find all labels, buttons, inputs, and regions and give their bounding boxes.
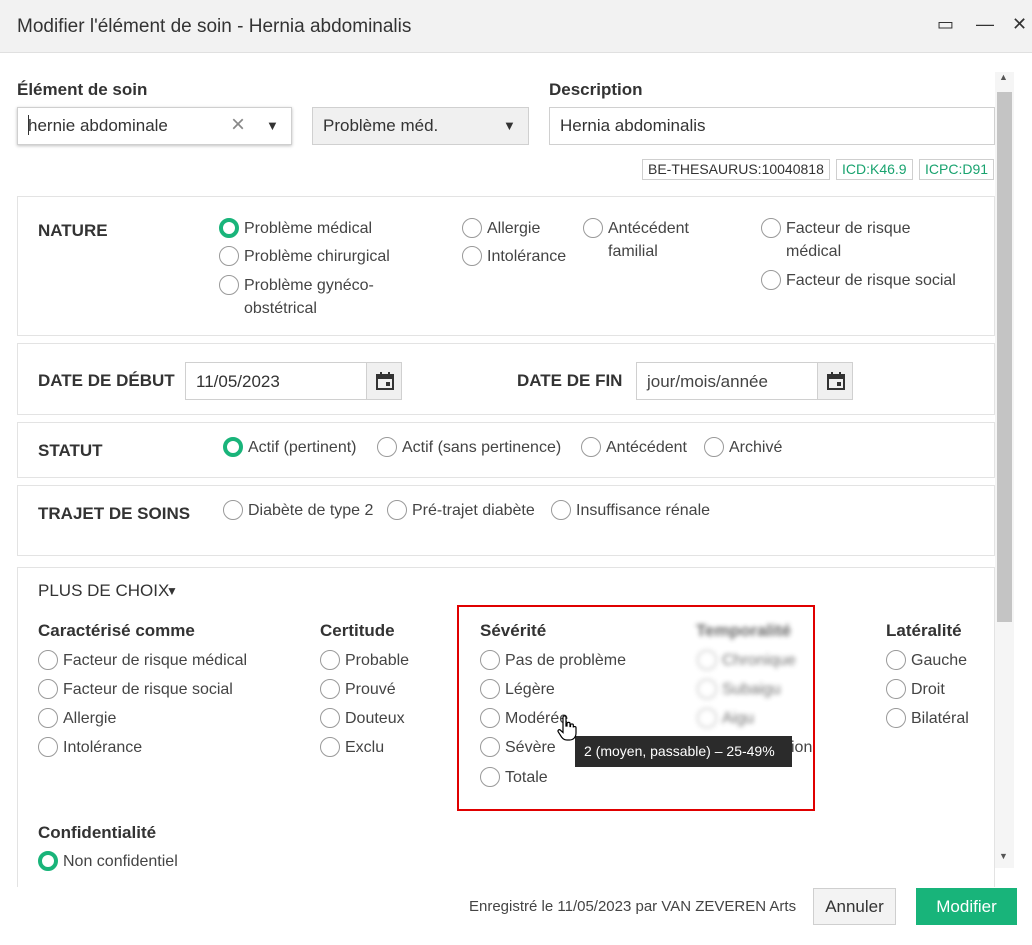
radio-label: Non confidentiel	[63, 853, 178, 870]
radio-label: Exclu	[345, 739, 385, 756]
radio-intolerance[interactable]	[462, 246, 482, 266]
chevron-down-icon[interactable]: ▼	[266, 118, 279, 133]
radio-label: Prouvé	[345, 681, 396, 698]
radio-label: Allergie	[63, 710, 117, 727]
scrollbar-thumb[interactable]	[997, 92, 1012, 622]
trajet-label: TRAJET DE SOINS	[38, 504, 191, 523]
radio-label: Diabète de type 2	[248, 502, 374, 519]
element-de-soin-label: Élément de soin	[17, 80, 148, 99]
calendar-icon	[376, 372, 394, 390]
radio-label-continued: familial	[608, 243, 658, 260]
radio-label: Actif (sans pertinence)	[402, 439, 562, 456]
description-label: Description	[549, 80, 643, 99]
radio-facteur-risque-social[interactable]	[761, 270, 781, 290]
radio-label: Douteux	[345, 710, 405, 727]
radio-label: Gauche	[911, 652, 968, 669]
radio-certitude[interactable]	[320, 708, 340, 728]
calendar-icon	[827, 372, 845, 390]
window-title: Modifier l'élément de soin - Hernia abdo…	[17, 16, 412, 37]
clear-icon[interactable]: ×	[231, 111, 245, 139]
radio-certitude[interactable]	[320, 737, 340, 757]
certitude-title: Certitude	[320, 621, 395, 640]
radio-antecedent[interactable]	[581, 437, 601, 457]
radio-label: Insuffisance rénale	[576, 502, 711, 519]
radio-probleme-chirurgical[interactable]	[219, 246, 239, 266]
radio-label: Problème gynéco-	[244, 277, 374, 294]
saved-info: Enregistré le 11/05/2023 par VAN ZEVEREN…	[469, 898, 797, 915]
radio-antecedent-familial[interactable]	[583, 218, 603, 238]
radio-lateralite[interactable]	[886, 708, 906, 728]
end-date-placeholder[interactable]: jour/mois/année	[647, 372, 768, 392]
radio-label: Problème chirurgical	[244, 248, 390, 265]
radio-label: Probable	[345, 652, 410, 669]
radio-label: Allergie	[487, 220, 541, 237]
statut-label: STATUT	[38, 441, 103, 460]
tooltip: 2 (moyen, passable) – 25-49%	[575, 736, 792, 767]
radio-label: Droit	[911, 681, 945, 698]
radio-certitude[interactable]	[320, 650, 340, 670]
radio-facteur-risque-medical[interactable]	[761, 218, 781, 238]
radio-label-continued: obstétrical	[244, 300, 317, 317]
radio-non-confidentiel[interactable]	[38, 851, 58, 871]
plus-de-choix-toggle[interactable]: PLUS DE CHOIX	[38, 581, 169, 601]
description-value[interactable]: Hernia abdominalis	[560, 116, 706, 136]
radio-caracterise[interactable]	[38, 679, 58, 699]
scroll-down-icon[interactable]: ▼	[999, 851, 1008, 861]
element-de-soin-value[interactable]: hernie abdominale	[28, 116, 168, 136]
start-date-value[interactable]: 11/05/2023	[196, 372, 280, 392]
radio-probleme-gyneco[interactable]	[219, 275, 239, 295]
calendar-button[interactable]	[817, 363, 852, 399]
code-tag-icd: ICD:K46.9	[836, 159, 913, 180]
radio-caracterise[interactable]	[38, 737, 58, 757]
chevron-down-icon[interactable]: ▼	[166, 584, 178, 598]
radio-label: Bilatéral	[911, 710, 969, 727]
radio-lateralite[interactable]	[886, 650, 906, 670]
scroll-up-icon[interactable]: ▲	[999, 72, 1008, 82]
text-cursor	[28, 115, 29, 135]
chevron-down-icon[interactable]: ▼	[503, 118, 516, 133]
radio-label: Actif (pertinent)	[248, 439, 357, 456]
highlight-box	[457, 605, 815, 811]
nature-label: NATURE	[38, 221, 108, 240]
hand-cursor-icon	[557, 715, 577, 741]
radio-label: Facteur de risque médical	[63, 652, 248, 669]
radio-label: Archivé	[729, 439, 783, 456]
minimize-icon[interactable]: —	[976, 14, 994, 35]
type-select-value[interactable]: Problème méd.	[323, 116, 438, 136]
radio-actif-sans-pertinence[interactable]	[377, 437, 397, 457]
radio-label-continued: médical	[786, 243, 842, 260]
radio-pre-trajet-diabete[interactable]	[387, 500, 407, 520]
calendar-button[interactable]	[366, 363, 401, 399]
radio-label: Intolérance	[487, 248, 567, 265]
close-icon[interactable]: ✕	[1012, 14, 1027, 35]
radio-archive[interactable]	[704, 437, 724, 457]
radio-lateralite[interactable]	[886, 679, 906, 699]
radio-caracterise[interactable]	[38, 650, 58, 670]
lateralite-title: Latéralité	[886, 621, 962, 640]
caracterise-title: Caractérisé comme	[38, 621, 195, 640]
radio-label: Facteur de risque	[786, 220, 911, 237]
radio-label: Intolérance	[63, 739, 143, 756]
radio-diabete-type-2[interactable]	[223, 500, 243, 520]
radio-label: Facteur de risque social	[786, 272, 956, 289]
radio-label: Pré-trajet diabète	[412, 502, 535, 519]
radio-label: Antécédent	[606, 439, 687, 456]
confidentialite-title: Confidentialité	[38, 823, 157, 842]
code-tag-thesaurus: BE-THESAURUS:10040818	[642, 159, 830, 180]
radio-label: Problème médical	[244, 220, 373, 237]
start-date-label: DATE DE DÉBUT	[38, 371, 175, 390]
radio-certitude[interactable]	[320, 679, 340, 699]
radio-label: Antécédent	[608, 220, 689, 237]
modifier-button[interactable]: Modifier	[916, 888, 1017, 925]
radio-caracterise[interactable]	[38, 708, 58, 728]
maximize-icon[interactable]: ▭	[937, 14, 954, 35]
cancel-button[interactable]: Annuler	[813, 888, 896, 925]
radio-label: Facteur de risque social	[63, 681, 233, 698]
radio-actif-pertinent[interactable]	[223, 437, 243, 457]
code-tag-icpc: ICPC:D91	[919, 159, 995, 180]
radio-probleme-medical[interactable]	[219, 218, 239, 238]
radio-insuffisance-renale[interactable]	[551, 500, 571, 520]
end-date-label: DATE DE FIN	[517, 371, 623, 390]
radio-allergie[interactable]	[462, 218, 482, 238]
